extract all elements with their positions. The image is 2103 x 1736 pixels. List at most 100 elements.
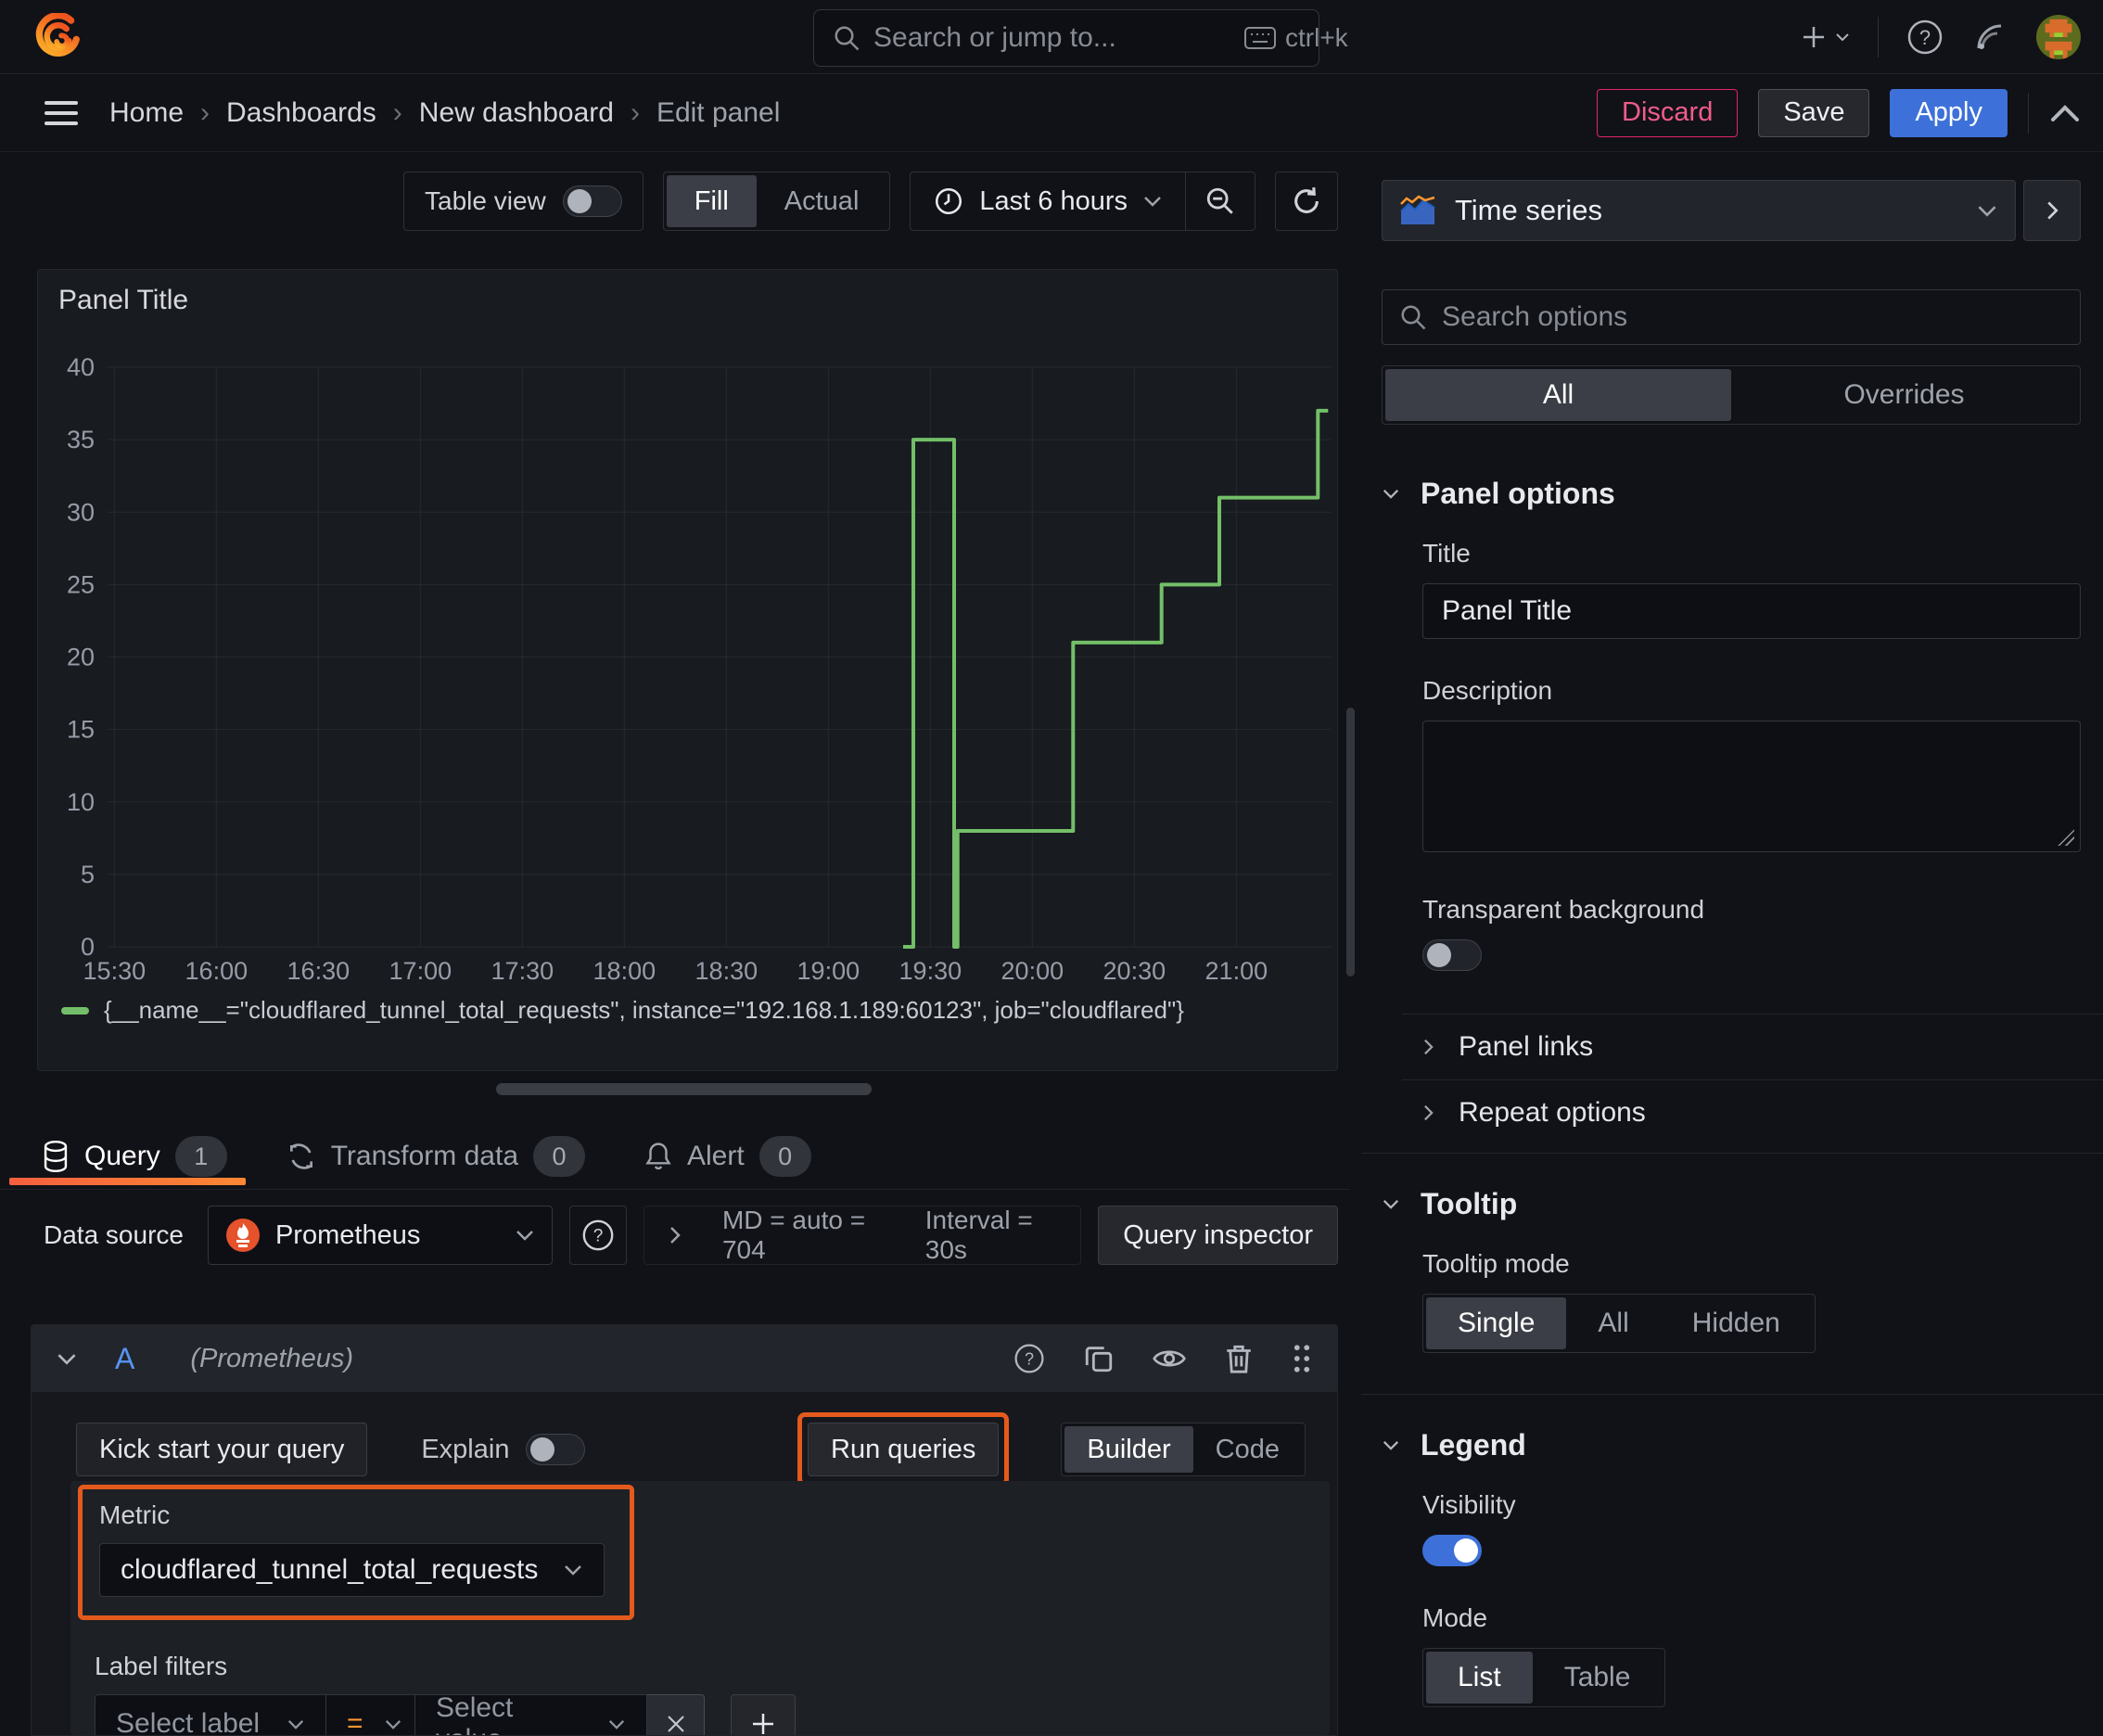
add-new-button[interactable] bbox=[1802, 22, 1850, 52]
panel-options-header[interactable]: Panel options bbox=[1382, 477, 2081, 511]
query-count-badge: 1 bbox=[174, 1136, 227, 1177]
menu-icon[interactable] bbox=[45, 99, 78, 127]
description-textarea[interactable] bbox=[1422, 721, 2081, 852]
svg-text:19:00: 19:00 bbox=[797, 957, 860, 985]
discard-button[interactable]: Discard bbox=[1597, 88, 1739, 137]
breadcrumb-dashboards[interactable]: Dashboards bbox=[226, 97, 376, 129]
breadcrumb-bar: Home › Dashboards › New dashboard › Edit… bbox=[0, 74, 2103, 152]
repeat-options-section[interactable]: Repeat options bbox=[1422, 1080, 2081, 1145]
svg-text:20:00: 20:00 bbox=[1001, 957, 1064, 985]
query-options-row[interactable]: MD = auto = 704 Interval = 30s bbox=[643, 1206, 1082, 1265]
time-range-control: Last 6 hours bbox=[910, 172, 1255, 231]
operator-dropdown[interactable]: = bbox=[326, 1694, 415, 1735]
transparent-bg-label: Transparent background bbox=[1422, 895, 1705, 924]
svg-text:18:00: 18:00 bbox=[593, 957, 656, 985]
timeseries-chart[interactable]: 051015202530354015:30 16:00 16:30 17:00 17:3… bbox=[38, 270, 1337, 1070]
vertical-scrollbar[interactable] bbox=[1346, 708, 1355, 976]
datasource-help-button[interactable]: ? bbox=[568, 1206, 627, 1265]
legend-section-header[interactable]: Legend bbox=[1382, 1428, 2081, 1462]
help-icon[interactable]: ? bbox=[1906, 19, 1944, 56]
zoom-out-button[interactable] bbox=[1185, 172, 1255, 230]
run-queries-button[interactable]: Run queries bbox=[808, 1423, 1000, 1476]
tab-transform-data[interactable]: Transform data 0 bbox=[287, 1124, 585, 1189]
viz-suggestions-button[interactable] bbox=[2023, 180, 2081, 241]
editor-tabs: Query 1 Transform data 0 Alert 0 bbox=[0, 1124, 1349, 1190]
drag-handle-icon[interactable] bbox=[1291, 1343, 1313, 1374]
search-options-input[interactable] bbox=[1442, 301, 2063, 333]
tooltip-all-option[interactable]: All bbox=[1566, 1297, 1660, 1349]
query-inspector-button[interactable]: Query inspector bbox=[1098, 1206, 1338, 1265]
query-ref-id: A bbox=[115, 1341, 135, 1375]
query-builder: Metric cloudflared_tunnel_total_requests… bbox=[70, 1481, 1330, 1735]
news-icon[interactable] bbox=[1971, 19, 2008, 56]
tooltip-section-header[interactable]: Tooltip bbox=[1382, 1187, 2081, 1221]
breadcrumb: Home › Dashboards › New dashboard › Edit… bbox=[109, 97, 780, 129]
panel-title-input[interactable] bbox=[1442, 595, 2061, 627]
datasource-label: Data source bbox=[44, 1220, 184, 1249]
tab-alert[interactable]: Alert 0 bbox=[644, 1124, 811, 1189]
tooltip-mode-radio: Single All Hidden bbox=[1422, 1294, 1816, 1353]
panel-preview: Panel Title 0 5 10 15 20 25 30 35 40 15:30 16:00 16… bbox=[37, 269, 1338, 1071]
datasource-row: Data source Prometheus ? MD = auto = 704… bbox=[44, 1206, 1338, 1265]
tooltip-single-option[interactable]: Single bbox=[1426, 1297, 1567, 1349]
run-queries-highlight: Run queries bbox=[797, 1412, 1010, 1487]
collapse-editor-icon[interactable] bbox=[2049, 103, 2081, 123]
metric-value: cloudflared_tunnel_total_requests bbox=[121, 1554, 539, 1585]
legend-series-label[interactable]: {__name__="cloudflared_tunnel_total_requ… bbox=[104, 996, 1184, 1025]
explain-label: Explain bbox=[421, 1434, 510, 1464]
remove-filter-button[interactable] bbox=[647, 1694, 705, 1735]
legend-mode-list-option[interactable]: List bbox=[1426, 1652, 1533, 1704]
time-range-picker[interactable]: Last 6 hours bbox=[911, 172, 1185, 230]
delete-query-icon[interactable] bbox=[1224, 1343, 1254, 1374]
legend-mode-table-option[interactable]: Table bbox=[1533, 1652, 1663, 1704]
topbar-divider bbox=[1878, 17, 1879, 57]
kick-start-query-button[interactable]: Kick start your query bbox=[76, 1423, 368, 1476]
refresh-button[interactable] bbox=[1275, 172, 1338, 231]
grafana-logo-icon[interactable] bbox=[33, 12, 82, 61]
svg-text:?: ? bbox=[1919, 26, 1931, 49]
breadcrumb-new-dashboard[interactable]: New dashboard bbox=[419, 97, 614, 129]
save-button[interactable]: Save bbox=[1758, 88, 1870, 137]
global-search-input[interactable] bbox=[873, 22, 1231, 54]
panel-links-section[interactable]: Panel links bbox=[1422, 1015, 2081, 1079]
top-navbar: ctrl+k ? bbox=[0, 0, 2103, 74]
legend-visibility-toggle[interactable] bbox=[1422, 1535, 1482, 1566]
actual-option[interactable]: Actual bbox=[757, 175, 887, 227]
explain-toggle[interactable] bbox=[526, 1434, 586, 1465]
duplicate-query-icon[interactable] bbox=[1083, 1343, 1115, 1374]
horizontal-resize-handle[interactable] bbox=[496, 1083, 872, 1095]
chevron-right-icon bbox=[1422, 1038, 1434, 1056]
search-options-box[interactable] bbox=[1382, 289, 2081, 345]
select-value-dropdown[interactable]: Select value bbox=[415, 1692, 647, 1735]
tab-all[interactable]: All bbox=[1385, 369, 1731, 421]
tab-query[interactable]: Query 1 bbox=[9, 1124, 246, 1189]
query-row-header[interactable]: A (Prometheus) ? bbox=[32, 1325, 1337, 1392]
chart-legend: {__name__="cloudflared_tunnel_total_requ… bbox=[61, 996, 1184, 1025]
fill-option[interactable]: Fill bbox=[666, 175, 757, 227]
visualization-picker[interactable]: Time series bbox=[1382, 180, 2016, 241]
builder-option[interactable]: Builder bbox=[1064, 1426, 1193, 1473]
apply-button[interactable]: Apply bbox=[1890, 88, 2007, 137]
select-label-dropdown[interactable]: Select label bbox=[95, 1694, 326, 1735]
tab-overrides[interactable]: Overrides bbox=[1731, 369, 2077, 421]
chevron-right-icon bbox=[1422, 1104, 1434, 1122]
svg-text:15:30: 15:30 bbox=[83, 957, 147, 985]
database-icon bbox=[42, 1141, 70, 1172]
hide-query-icon[interactable] bbox=[1152, 1345, 1187, 1372]
global-search[interactable]: ctrl+k bbox=[813, 9, 1348, 67]
user-avatar[interactable] bbox=[2036, 15, 2081, 59]
code-option[interactable]: Code bbox=[1193, 1426, 1302, 1473]
chevron-down-icon bbox=[384, 1718, 402, 1730]
query-help-icon[interactable]: ? bbox=[1013, 1342, 1046, 1375]
metric-select[interactable]: cloudflared_tunnel_total_requests bbox=[99, 1543, 605, 1597]
tab-query-label: Query bbox=[84, 1141, 160, 1171]
breadcrumb-home[interactable]: Home bbox=[109, 97, 184, 129]
chevron-down-icon[interactable] bbox=[56, 1352, 78, 1366]
table-view-toggle[interactable] bbox=[562, 185, 622, 217]
resize-handle-icon[interactable] bbox=[2058, 829, 2074, 846]
transparent-bg-toggle[interactable] bbox=[1422, 939, 1482, 971]
datasource-picker[interactable]: Prometheus bbox=[207, 1206, 553, 1265]
add-filter-button[interactable] bbox=[731, 1694, 796, 1735]
tooltip-hidden-option[interactable]: Hidden bbox=[1661, 1297, 1812, 1349]
chevron-down-icon bbox=[287, 1718, 305, 1730]
